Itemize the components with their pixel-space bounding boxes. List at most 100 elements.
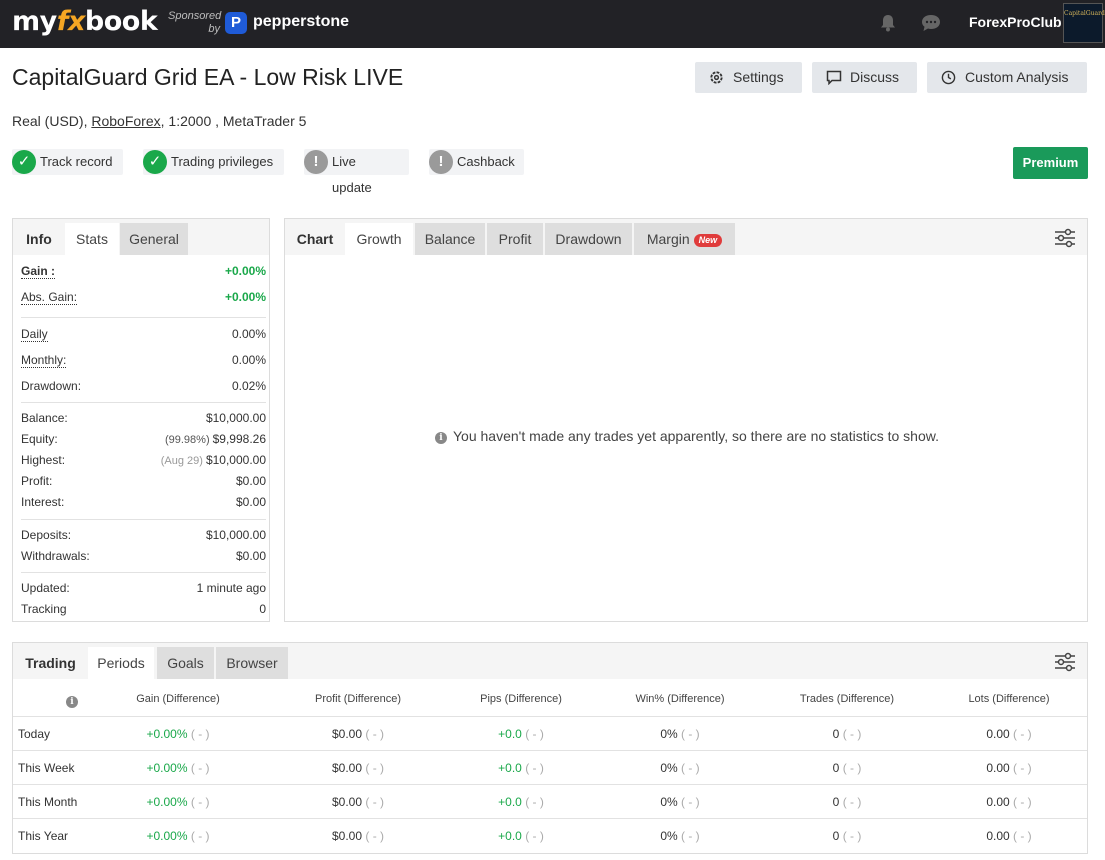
filter-settings-icon[interactable] [1054,652,1076,672]
stat-updated: Updated: 1 minute ago [21,581,266,599]
tab-browser[interactable]: Browser [216,647,288,679]
cashback-label: Cashback [457,154,515,169]
stat-label[interactable]: Abs. Gain: [21,290,78,305]
tab-info[interactable]: Info [13,223,65,255]
track-record-label: Track record [40,154,113,169]
stat-value: (Aug 29) $10,000.00 [161,453,266,467]
tab-stats[interactable]: Stats [65,223,119,255]
tab-trading[interactable]: Trading [13,647,88,679]
settings-button[interactable]: Settings [695,62,802,93]
cell-win: 0% ( - ) [660,761,700,775]
stat-drawdown: Drawdown: 0.02% [21,379,266,397]
tab-margin-label: Margin [646,231,690,247]
tab-drawdown[interactable]: Drawdown [545,223,632,255]
stat-label: Deposits: [21,528,72,542]
divider [21,402,266,403]
divider [21,317,266,318]
stat-value: $10,000.00 [205,528,266,542]
trading-privileges-label: Trading privileges [171,154,274,169]
stats-panel: Info Stats General Gain : +0.00% Abs. Gai… [12,218,270,622]
tab-profit[interactable]: Profit [487,223,543,255]
cell-profit: $0.00 ( - ) [331,829,385,843]
top-navbar: myfxbook Sponsored by P pepperstone Fore… [0,0,1105,48]
empty-chart-message: i You haven't made any trades yet apparen… [435,428,939,444]
trading-tabbar: Trading Periods Goals Browser [13,643,1087,679]
highest-amount: $10,000.00 [205,453,266,467]
stat-profit: Profit: $0.00 [21,474,266,492]
tab-general[interactable]: General [120,223,188,255]
discuss-label: Discuss [850,69,900,85]
cell-gain: +0.00% ( - ) [146,727,210,741]
account-type: Real (USD), [12,113,92,129]
tab-margin[interactable]: Margin New [634,223,735,255]
stat-label[interactable]: Daily [21,327,48,342]
stat-label: Interest: [21,495,65,509]
filter-settings-icon[interactable] [1054,228,1076,248]
stat-abs-gain: Abs. Gain: +0.00% [21,290,266,308]
stat-gain: Gain : +0.00% [21,264,266,282]
tab-chart[interactable]: Chart [285,223,345,255]
exclamation-icon: ! [429,150,453,174]
tab-balance[interactable]: Balance [415,223,485,255]
stat-label[interactable]: Gain : [21,264,56,279]
cell-pips: +0.0 ( - ) [498,727,544,741]
bell-icon[interactable] [879,14,897,32]
cell-trades: 0 ( - ) [832,727,862,741]
gear-icon [710,71,723,84]
stat-interest: Interest: $0.00 [21,495,266,513]
column-header-win[interactable]: Win% (Difference) [620,693,740,705]
stat-monthly: Monthly: 0.00% [21,353,266,371]
live-update-badge[interactable]: ! Live update [304,149,409,195]
cell-pips: +0.0 ( - ) [498,795,544,809]
broker-link[interactable]: RoboForex [91,113,160,129]
column-header-profit[interactable]: Profit (Difference) [288,693,428,705]
premium-button[interactable]: Premium [1013,147,1088,179]
stat-label: Equity: [21,432,58,446]
avatar[interactable]: CapitalGuard [1063,3,1105,43]
stat-value: 0.02% [231,379,266,393]
tab-goals[interactable]: Goals [157,647,214,679]
track-record-badge[interactable]: ✓ Track record [12,149,123,175]
stat-highest: Highest: (Aug 29) $10,000.00 [21,453,266,471]
divider [21,519,266,520]
cell-lots: 0.00 ( - ) [986,727,1032,741]
stat-label: Drawdown: [21,379,82,393]
cashback-badge[interactable]: ! Cashback [429,149,524,175]
row-period: This Month [18,795,78,809]
stat-tracking: Tracking 0 [21,602,266,620]
highest-date: (Aug 29) [160,455,203,467]
custom-analysis-label: Custom Analysis [965,69,1069,85]
chart-panel: Chart Growth Balance Profit Drawdown Mar… [284,218,1088,622]
column-header-trades[interactable]: Trades (Difference) [777,693,917,705]
stat-label: Highest: [21,453,66,467]
chat-icon[interactable] [921,14,941,32]
tab-periods[interactable]: Periods [88,647,154,679]
pepperstone-logo-icon[interactable]: P [225,12,247,34]
clock-icon [941,70,956,85]
sponsor-name[interactable]: pepperstone [253,13,349,31]
column-header-gain[interactable]: Gain (Difference) [118,693,238,705]
stat-value: +0.00% [224,264,266,278]
table-row: This Year +0.00% ( - ) $0.00 ( - ) +0.0 … [13,818,1087,852]
new-badge: New [693,234,723,247]
periods-info-icon[interactable]: i [66,692,78,710]
tab-growth[interactable]: Growth [345,223,413,255]
stat-daily: Daily 0.00% [21,327,266,345]
account-info: Real (USD), RoboForex, 1:2000 , MetaTrad… [12,113,306,129]
stat-value: 0 [259,602,266,616]
settings-label: Settings [733,69,784,85]
live-update-label: Live update [332,154,372,195]
user-name[interactable]: ForexProClub [969,14,1062,30]
column-header-pips[interactable]: Pips (Difference) [461,693,581,705]
row-period: Today [18,727,51,741]
account-details: , 1:2000 , MetaTrader 5 [160,113,307,129]
trading-privileges-badge[interactable]: ✓ Trading privileges [143,149,284,175]
stat-label[interactable]: Monthly: [21,353,67,368]
cell-win: 0% ( - ) [660,727,700,741]
custom-analysis-button[interactable]: Custom Analysis [927,62,1087,93]
discuss-button[interactable]: Discuss [812,62,917,93]
stat-value: +0.00% [224,290,266,304]
myfxbook-logo[interactable]: myfxbook [12,6,158,37]
column-header-lots[interactable]: Lots (Difference) [949,693,1069,705]
cell-profit: $0.00 ( - ) [331,727,385,741]
